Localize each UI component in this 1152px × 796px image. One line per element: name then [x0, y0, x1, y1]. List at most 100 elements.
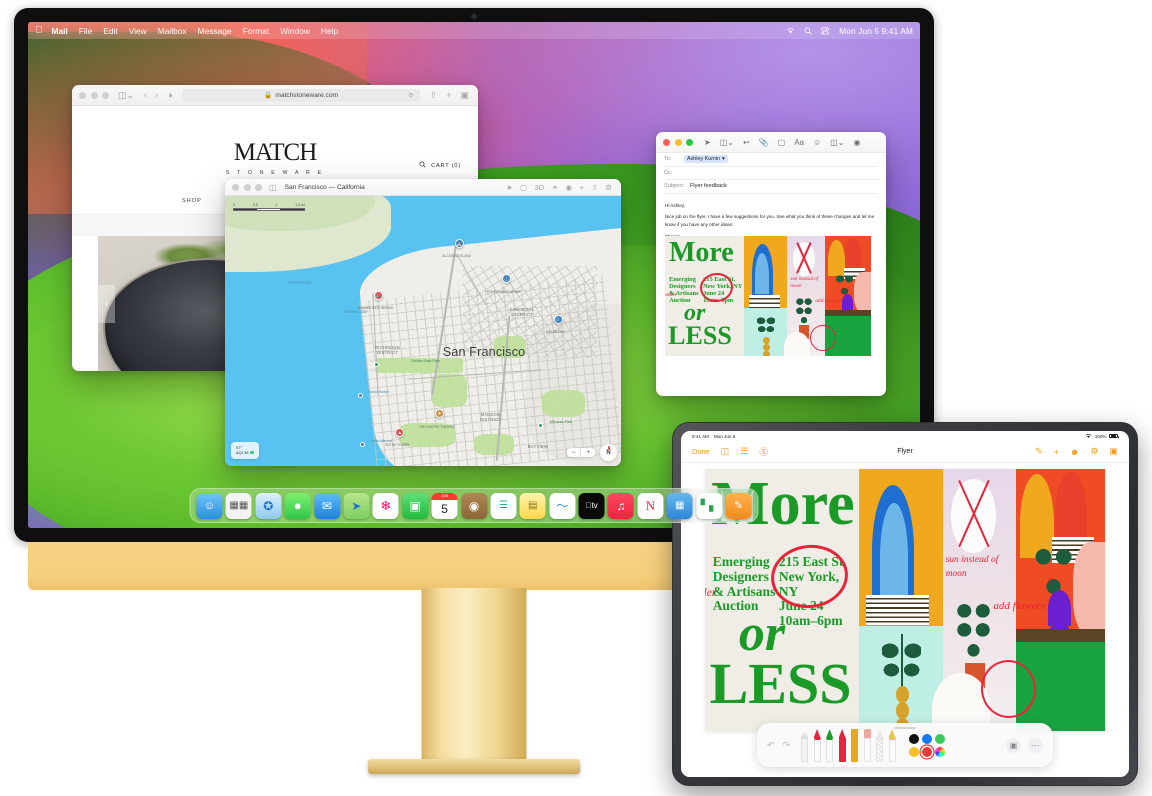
- highlighter-tool[interactable]: [838, 729, 846, 762]
- dock-item-finder[interactable]: ☺: [196, 492, 223, 519]
- maps-titlebar[interactable]: ◫ San Francisco — California ➤ ▢ 3D ⚭ ◉ …: [225, 179, 621, 196]
- cart-area[interactable]: CART (0): [419, 161, 461, 170]
- menu-item-message[interactable]: Message: [198, 26, 232, 36]
- map-canvas[interactable]: 0 0.5 1 1.5 mi Point Bonita Golden Gate …: [225, 196, 621, 466]
- emoji-icon[interactable]: ☺: [813, 138, 821, 147]
- dock-item-contacts[interactable]: ◉: [461, 492, 487, 519]
- share-icon[interactable]: ▢: [520, 183, 527, 192]
- pencil-tool[interactable]: [826, 729, 834, 762]
- mail-cc-row[interactable]: Cc:: [664, 167, 878, 180]
- menu-item-format[interactable]: Format: [243, 26, 270, 36]
- settings-icon[interactable]: ⚙: [605, 183, 612, 192]
- apple-icon[interactable]: : [35, 25, 43, 36]
- zoom-button[interactable]: [102, 91, 109, 99]
- redo-icon[interactable]: ↷: [783, 740, 791, 751]
- dock-item-safari[interactable]: ✪: [255, 492, 282, 519]
- 3d-icon[interactable]: 3D: [535, 183, 545, 192]
- zoom-out-button[interactable]: −: [567, 448, 581, 457]
- minimize-button[interactable]: [243, 183, 251, 191]
- ipad-screen[interactable]: 9:41 AM Mon Jun 5 100% Done ◫ ☰ Ⓢ Flyer …: [681, 431, 1129, 777]
- print-icon[interactable]: ⇧: [591, 183, 597, 192]
- dock-item-numbers[interactable]: ▘▖: [696, 492, 723, 519]
- map-dot-mclaren-park[interactable]: [537, 422, 543, 428]
- map-dot-ocean-beach[interactable]: [357, 393, 363, 399]
- menu-item-window[interactable]: Window: [280, 26, 310, 36]
- collaborate-icon[interactable]: ☻: [1070, 447, 1079, 457]
- new-tab-button[interactable]: +: [446, 90, 451, 101]
- mail-titlebar[interactable]: ➤ ◫⌄ ↩ 📎 ▢ Aa ☺ ◫⌄ ◉: [656, 132, 886, 153]
- dock-item-mail[interactable]: ✉: [314, 492, 341, 519]
- window-traffic-lights[interactable]: [663, 138, 693, 146]
- chevron-down-icon[interactable]: ▾: [722, 156, 725, 162]
- dock-item-calendar[interactable]: JUN 5: [431, 492, 458, 519]
- globe-icon[interactable]: ◉: [566, 183, 573, 192]
- dock-item-freeform[interactable]: 〜: [549, 492, 576, 519]
- format-icon[interactable]: Aa: [794, 138, 804, 147]
- send-icon[interactable]: ➤: [704, 138, 711, 147]
- reader-view-icon[interactable]: ◑: [167, 90, 172, 100]
- dock-item-photos[interactable]: ❄: [372, 492, 399, 519]
- cart-label[interactable]: CART (0): [431, 163, 461, 169]
- swatch-green[interactable]: [934, 733, 945, 744]
- dock-item-messages[interactable]: ●: [284, 492, 311, 519]
- sidebar-icon[interactable]: ◫: [269, 183, 277, 192]
- markup-icon[interactable]: ▢: [778, 138, 786, 147]
- map-compass[interactable]: N: [600, 444, 617, 461]
- dock-item-reminders[interactable]: ☰: [490, 492, 517, 519]
- swatch-red-selected[interactable]: [921, 746, 932, 757]
- maps-window[interactable]: ◫ San Francisco — California ➤ ▢ 3D ⚭ ◉ …: [225, 179, 621, 466]
- wifi-icon[interactable]: [786, 27, 795, 34]
- markup-icon[interactable]: Ⓢ: [759, 445, 768, 458]
- ruler-tool[interactable]: [888, 729, 896, 762]
- toolbar-grab-handle[interactable]: [894, 726, 916, 729]
- zoom-button[interactable]: [686, 138, 693, 146]
- menu-item-edit[interactable]: Edit: [103, 26, 117, 36]
- locate-icon[interactable]: ➤: [506, 183, 512, 192]
- more-icon[interactable]: ⋯: [1028, 737, 1043, 753]
- swatch-yellow[interactable]: [908, 746, 919, 757]
- menu-bar-clock[interactable]: Mon Jun 5 9:41 AM: [839, 26, 913, 36]
- swatch-black[interactable]: [908, 733, 919, 744]
- map-zoom-controls[interactable]: − +: [566, 448, 595, 457]
- ipad-flyer-document[interactable]: More Emerging Designers & Artisans Aucti…: [705, 469, 1105, 731]
- menu-item-mailbox[interactable]: Mailbox: [158, 26, 187, 36]
- plus-icon[interactable]: +: [580, 183, 584, 192]
- swatch-color-picker[interactable]: [934, 746, 945, 757]
- macos-menu-bar[interactable]:  Mail File Edit View Mailbox Message Fo…: [28, 22, 920, 39]
- control-center-icon[interactable]: [821, 26, 830, 35]
- back-button[interactable]: ‹: [144, 90, 147, 100]
- zoom-button[interactable]: [255, 183, 262, 191]
- forward-button[interactable]: ›: [155, 90, 158, 100]
- lasso-tool[interactable]: [876, 729, 884, 762]
- safari-titlebar[interactable]: ◫⌄ ‹ › ◑ 🔒 matchstoneware.com ⟳ ⇧ + ▣: [72, 85, 478, 106]
- minimize-button[interactable]: [90, 91, 98, 99]
- transit-icon[interactable]: ⚭: [552, 183, 558, 192]
- dock-item-news[interactable]: N: [637, 492, 664, 519]
- mail-flyer-attachment[interactable]: More Emerging Designers & Artisans Aucti…: [665, 236, 871, 356]
- map-pin-alcatraz[interactable]: ⛪: [454, 239, 464, 249]
- dock-item-launchpad[interactable]: ▦▦: [225, 492, 252, 519]
- color-swatches[interactable]: [908, 733, 945, 757]
- dock-item-facetime[interactable]: ▣: [402, 492, 429, 519]
- archive-icon[interactable]: ◫⌄: [720, 138, 734, 147]
- document-icon[interactable]: ▣: [1109, 446, 1118, 457]
- pen-tool[interactable]: [801, 729, 809, 762]
- macos-dock[interactable]: ☺ ▦▦ ✪ ● ✉ ➤ ❄ ▣ JUN 5 ◉ ☰ ▤ 〜 tv ♫ N ▦: [189, 488, 759, 523]
- map-dot-golden-gate-park[interactable]: [373, 362, 379, 368]
- menu-item-help[interactable]: Help: [321, 26, 338, 36]
- carousel-prev-button[interactable]: ‹: [98, 284, 115, 323]
- sidebar-icon[interactable]: ◫⌄: [118, 90, 134, 101]
- ipad-toolbar[interactable]: Done ◫ ☰ Ⓢ Flyer ✎ + ☻ ⚙ ▣: [681, 441, 1129, 463]
- close-button[interactable]: [663, 138, 670, 146]
- add-icon[interactable]: +: [1054, 447, 1059, 457]
- crayon-tool[interactable]: [851, 729, 859, 762]
- search-icon[interactable]: [804, 27, 812, 35]
- template-icon[interactable]: ◫⌄: [830, 138, 844, 147]
- dock-item-keynote[interactable]: ▦: [666, 492, 693, 519]
- mail-to-row[interactable]: To: Ashley Kumin ▾: [664, 153, 878, 167]
- markup-pen-icon[interactable]: ✎: [1035, 446, 1043, 457]
- dock-item-notes[interactable]: ▤: [519, 492, 546, 519]
- reply-icon[interactable]: ↩: [743, 138, 750, 147]
- map-dot-lake-merced[interactable]: [359, 441, 365, 447]
- undo-icon[interactable]: ↶: [767, 740, 775, 751]
